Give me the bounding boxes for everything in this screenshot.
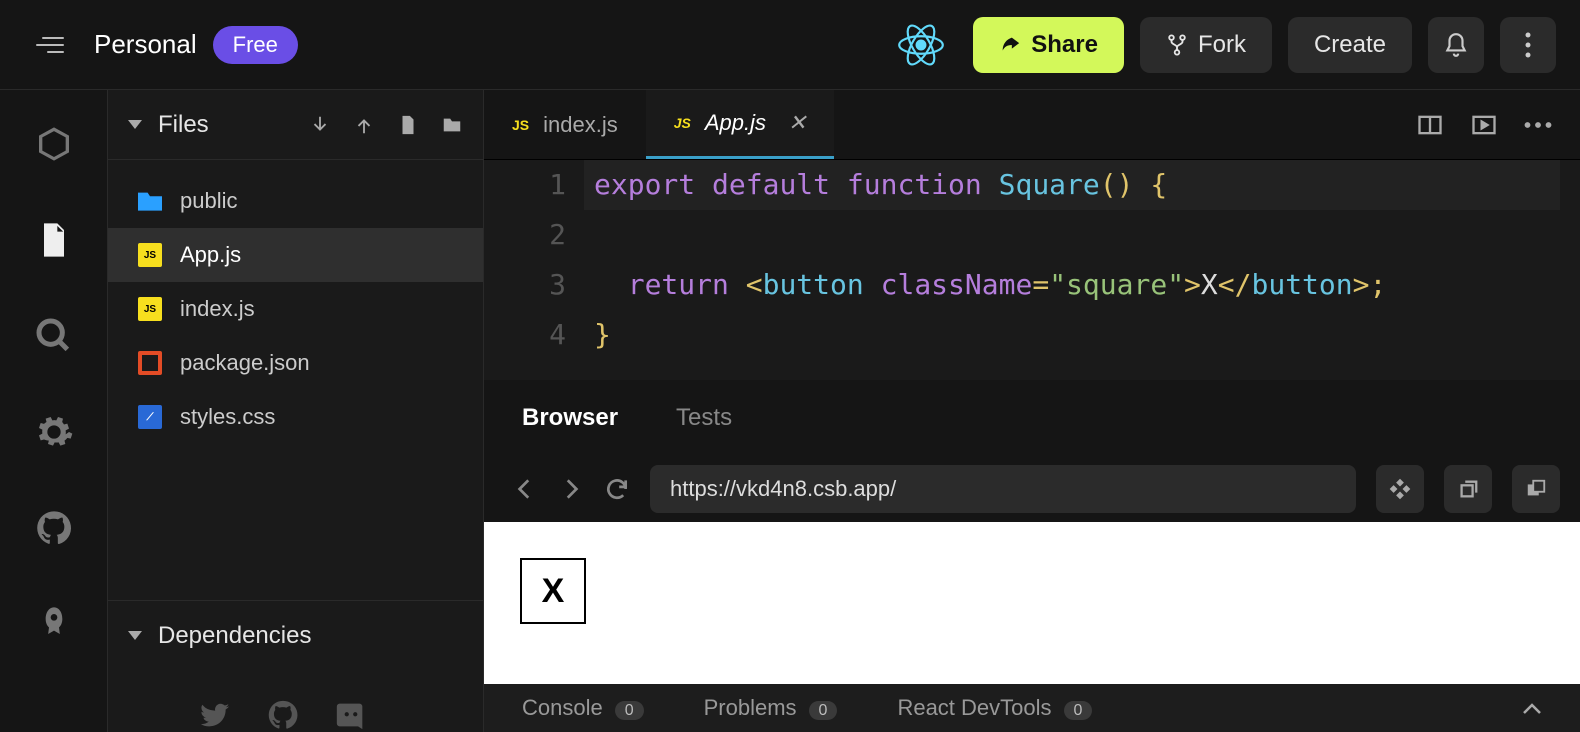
social-links [108,670,483,732]
notifications-button[interactable] [1428,17,1484,73]
split-icon[interactable] [1416,111,1444,139]
react-icon [897,21,945,69]
problems-count: 0 [809,701,838,720]
back-icon[interactable] [512,476,538,502]
file-label: package.json [180,350,310,376]
fork-button[interactable]: Fork [1140,17,1272,73]
code-editor[interactable]: 1234 export default function Square() { … [484,160,1580,380]
share-arrow-icon [999,34,1021,56]
close-icon[interactable]: ✕ [788,110,806,136]
dependencies-header[interactable]: Dependencies [108,600,483,670]
url-text: https://vkd4n8.csb.app/ [670,476,896,502]
fork-icon [1166,33,1188,57]
github-icon[interactable] [266,698,300,732]
files-label: Files [158,111,287,139]
console-count: 0 [615,701,644,720]
deploy-icon[interactable] [34,604,74,644]
dev-panel-tabs: Browser Tests [484,380,1580,456]
upload-icon[interactable] [353,114,375,136]
problems-tab[interactable]: Problems 0 [704,695,838,721]
file-row-public[interactable]: public [108,174,483,228]
discord-icon[interactable] [334,698,368,732]
chevron-up-icon[interactable] [1522,701,1542,715]
plan-badge[interactable]: Free [213,26,298,64]
dependencies-label: Dependencies [158,622,311,650]
file-row-index.js[interactable]: JSindex.js [108,282,483,336]
share-label: Share [1031,31,1098,59]
hamburger-icon[interactable] [36,37,64,53]
tab-bar: JS index.js JS App.js ✕ [484,90,1580,160]
file-icon[interactable] [34,220,74,260]
new-file-icon[interactable] [397,114,419,136]
console-tab[interactable]: Console 0 [522,695,644,721]
tab-label: App.js [705,110,766,136]
file-list: public JSApp.jsJSindex.js package.json ⟋sty… [108,160,483,458]
new-folder-icon[interactable] [441,114,463,136]
overflow-button[interactable] [1500,17,1556,73]
tab-label: index.js [543,112,618,138]
workspace-name[interactable]: Personal [94,29,197,60]
download-icon[interactable] [309,114,331,136]
console-label: Console [522,695,603,720]
popout-icon[interactable] [1512,465,1560,513]
files-header[interactable]: Files [108,90,483,160]
create-label: Create [1314,31,1386,59]
collapse-icon [128,631,142,640]
devtools-tab[interactable]: React DevTools 0 [897,695,1092,721]
js-badge-icon: JS [674,115,691,131]
collapse-icon [128,120,142,129]
url-input[interactable]: https://vkd4n8.csb.app/ [650,465,1356,513]
preview-square-button[interactable]: X [520,558,586,624]
sandbox-icon[interactable] [34,124,74,164]
js-badge-icon: JS [512,117,529,133]
file-row-package.json[interactable]: package.json [108,336,483,390]
file-label: App.js [180,242,241,268]
problems-label: Problems [704,695,797,720]
preview-pane: X [484,522,1580,684]
twitter-icon[interactable] [198,698,232,732]
more-icon[interactable] [1524,111,1552,139]
new-window-icon[interactable] [1444,465,1492,513]
devtools-label: React DevTools [897,695,1051,720]
forward-icon[interactable] [558,476,584,502]
bottom-panel: Console 0 Problems 0 React DevTools 0 [484,684,1580,732]
editor-area: JS index.js JS App.js ✕ 1234 export default … [484,90,1580,732]
file-row-styles.css[interactable]: ⟋styles.css [108,390,483,444]
file-label: styles.css [180,404,275,430]
settings-icon[interactable] [34,412,74,452]
file-sidebar: Files public JSApp.jsJSindex.js package.js… [108,90,484,732]
file-label: public [180,188,237,214]
preview-icon[interactable] [1470,111,1498,139]
top-bar: Personal Free Share Fork Create [0,0,1580,90]
browser-tab[interactable]: Browser [522,404,618,432]
bell-icon [1443,32,1469,58]
file-row-App.js[interactable]: JSApp.js [108,228,483,282]
create-button[interactable]: Create [1288,17,1412,73]
reload-icon[interactable] [604,476,630,502]
codesandbox-icon[interactable] [1376,465,1424,513]
github-icon[interactable] [34,508,74,548]
activity-rail [0,90,108,732]
kebab-icon [1525,32,1531,58]
browser-toolbar: https://vkd4n8.csb.app/ [484,456,1580,522]
share-button[interactable]: Share [973,17,1124,73]
fork-label: Fork [1198,31,1246,59]
tab-App.js[interactable]: JS App.js ✕ [646,90,835,159]
devtools-count: 0 [1064,701,1093,720]
tests-tab[interactable]: Tests [676,404,732,432]
search-icon[interactable] [34,316,74,356]
tab-index.js[interactable]: JS index.js [484,90,646,159]
file-label: index.js [180,296,255,322]
